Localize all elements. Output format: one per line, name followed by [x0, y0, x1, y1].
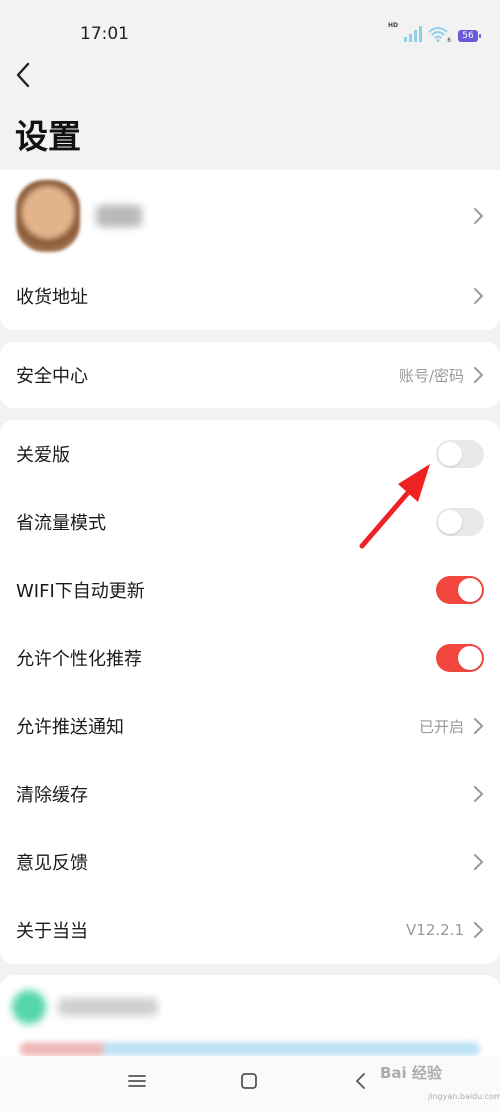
chevron-left-icon	[16, 62, 30, 88]
blurred-text	[58, 998, 158, 1016]
wifi-sub-label: 6	[447, 37, 452, 44]
status-icons: HD 6 56	[388, 22, 482, 44]
chevron-right-icon	[474, 922, 483, 938]
cellular-signal-icon	[404, 26, 423, 42]
care-mode-row: 关爱版	[0, 420, 500, 488]
chevron-left-icon	[356, 1073, 365, 1089]
watermark-logo: Bai 经验	[380, 1064, 442, 1082]
about-version: V12.2.1	[406, 921, 464, 939]
clear-cache-row[interactable]: 清除缓存	[0, 760, 500, 828]
chevron-right-icon	[474, 786, 483, 802]
address-label: 收货地址	[16, 287, 88, 308]
status-time: 17:01	[80, 24, 129, 44]
about-row[interactable]: 关于当当 V12.2.1	[0, 896, 500, 964]
wifi-update-label: WIFI下自动更新	[16, 581, 145, 602]
wifi-icon: 6	[428, 26, 452, 44]
security-value: 账号/密码	[398, 366, 464, 385]
nav-back-button[interactable]	[346, 1066, 376, 1096]
security-row[interactable]: 安全中心 账号/密码	[0, 341, 500, 409]
care-mode-label: 关爱版	[16, 445, 70, 466]
personalized-row: 允许个性化推荐	[0, 624, 500, 692]
about-label: 关于当当	[16, 921, 88, 942]
chevron-right-icon	[474, 854, 483, 870]
clear-cache-label: 清除缓存	[16, 785, 88, 806]
push-value: 已开启	[418, 717, 464, 736]
chevron-right-icon	[474, 288, 483, 304]
push-label: 允许推送通知	[16, 717, 124, 738]
data-saver-toggle[interactable]	[436, 508, 484, 536]
blurred-banner	[20, 1042, 480, 1056]
feedback-label: 意见反馈	[16, 853, 88, 874]
data-saver-row: 省流量模式	[0, 488, 500, 556]
wifi-update-row: WIFI下自动更新	[0, 556, 500, 624]
watermark-url: jingyan.baidu.com	[428, 1092, 500, 1101]
username-blurred	[96, 205, 142, 227]
personalized-label: 允许个性化推荐	[16, 649, 142, 670]
chevron-right-icon	[474, 367, 483, 383]
home-button[interactable]	[234, 1066, 264, 1096]
personalized-toggle[interactable]	[436, 644, 484, 672]
menu-icon	[128, 1075, 146, 1087]
feedback-row[interactable]: 意见反馈	[0, 828, 500, 896]
page-title: 设置	[15, 117, 81, 156]
hd-badge: HD	[388, 22, 399, 29]
avatar[interactable]	[16, 180, 80, 252]
menu-button[interactable]	[122, 1066, 152, 1096]
blurred-app-icon	[12, 990, 46, 1024]
chevron-right-icon	[474, 208, 483, 224]
care-mode-toggle[interactable]	[436, 440, 484, 468]
address-row[interactable]: 收货地址	[0, 262, 500, 330]
battery-icon: 56	[458, 30, 482, 42]
data-saver-label: 省流量模式	[16, 513, 106, 534]
security-label: 安全中心	[16, 366, 88, 387]
back-button[interactable]	[12, 60, 40, 90]
wifi-update-toggle[interactable]	[436, 576, 484, 604]
home-square-icon	[241, 1073, 257, 1089]
chevron-right-icon	[474, 718, 483, 734]
status-bar: 17:01 HD 6 56	[0, 0, 500, 60]
push-notification-row[interactable]: 允许推送通知 已开启	[0, 692, 500, 760]
